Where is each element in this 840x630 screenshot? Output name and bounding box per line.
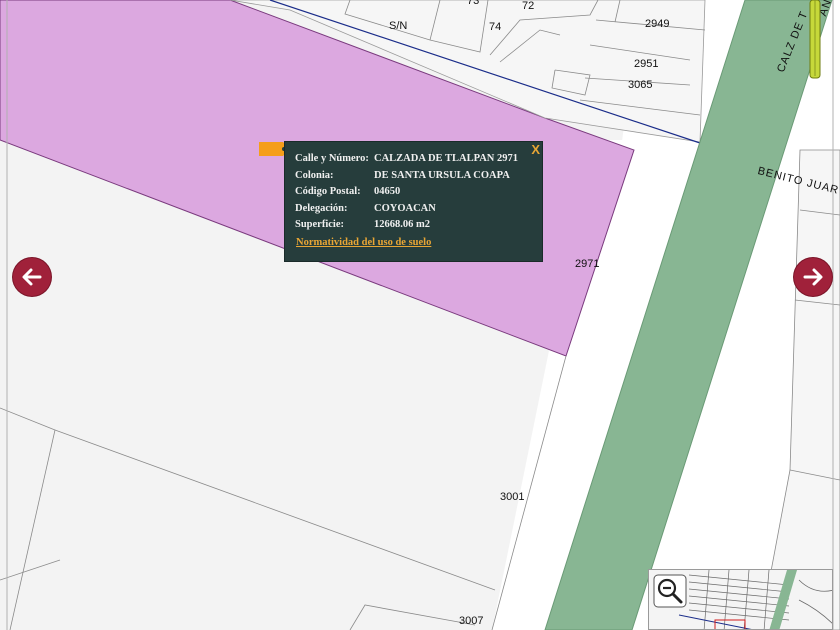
parcel-number: 3001: [500, 491, 525, 503]
prev-button[interactable]: [13, 258, 51, 296]
info-row: Calle y Número: CALZADA DE TLALPAN 2971: [295, 153, 518, 170]
arrow-left-icon: [22, 268, 42, 286]
info-value: 04650: [374, 186, 401, 197]
parcel-number: S/N: [389, 20, 408, 32]
info-label: Delegación:: [295, 202, 348, 214]
parcel-number: 2971: [575, 258, 600, 270]
info-label: Colonia:: [295, 169, 334, 181]
info-value: 12668.06 m2: [374, 219, 430, 230]
arrow-right-icon: [803, 268, 823, 286]
info-label: Código Postal:: [295, 186, 361, 197]
parcel-number: 3007: [459, 615, 484, 627]
parcel-number: 2949: [645, 18, 670, 30]
close-button[interactable]: X: [531, 143, 540, 157]
info-label: Superficie:: [295, 219, 344, 230]
parcel-info-table: Calle y Número: CALZADA DE TLALPAN 2971 …: [295, 153, 518, 236]
parcel-number: 72: [522, 0, 535, 12]
info-row: Delegación: COYOACAN: [295, 203, 518, 220]
parcel-number: 73: [467, 0, 480, 7]
parcel-number: 74: [489, 21, 502, 33]
parcel-number: 2951: [634, 58, 659, 70]
info-value: COYOACAN: [374, 202, 436, 214]
info-row: Colonia: DE SANTA URSULA COAPA: [295, 170, 518, 187]
map-view[interactable]: 73 72 S/N 74 2949 2951 3065 2971 3001 30…: [0, 0, 840, 630]
next-button[interactable]: [794, 258, 832, 296]
info-label: Calle y Número:: [295, 153, 369, 164]
land-use-link[interactable]: Normatividad del uso de suelo: [296, 237, 431, 248]
info-value: CALZADA DE TLALPAN 2971: [374, 153, 519, 164]
info-value: DE SANTA URSULA COAPA: [374, 169, 510, 181]
info-row: Código Postal: 04650: [295, 186, 518, 203]
parcel-number: 3065: [628, 79, 653, 91]
zoom-slider[interactable]: [808, 0, 822, 80]
info-row: Superficie: 12668.06 m2: [295, 219, 518, 236]
map-base-layer: [0, 0, 840, 630]
parcel-info-popup: X Calle y Número: CALZADA DE TLALPAN 297…: [284, 141, 543, 262]
zoom-out-button[interactable]: [653, 574, 687, 608]
magnifier-minus-icon: [653, 574, 687, 608]
